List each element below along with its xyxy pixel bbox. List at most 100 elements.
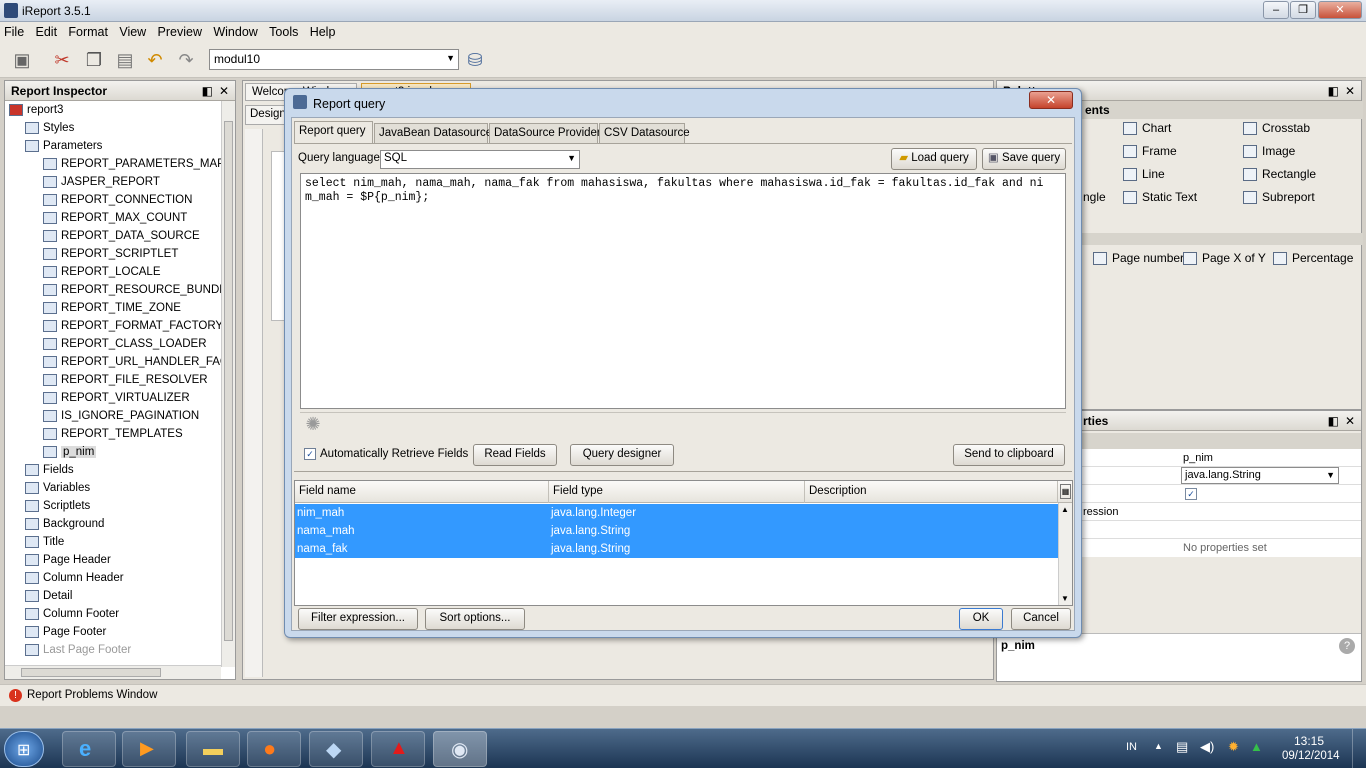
property-class-select[interactable]: java.lang.String ▼ bbox=[1181, 467, 1339, 484]
report-problems-window[interactable]: Report Problems Window bbox=[27, 689, 157, 701]
taskbar-firefox[interactable]: ● bbox=[247, 731, 301, 767]
table-row[interactable]: nim_mah java.lang.Integer bbox=[295, 504, 1058, 522]
palette-rectangle-partial[interactable]: ngle bbox=[1083, 190, 1106, 204]
close-panel-icon[interactable]: ✕ bbox=[219, 84, 229, 98]
palette-image[interactable]: Image bbox=[1243, 144, 1295, 159]
save-query-button[interactable]: ▣ Save query bbox=[982, 148, 1066, 170]
taskbar-internet-explorer[interactable]: e bbox=[62, 731, 116, 767]
col-description[interactable]: Description bbox=[805, 481, 1058, 503]
tree-hscroll-thumb[interactable] bbox=[21, 668, 161, 677]
minimize-button[interactable]: – bbox=[1263, 1, 1289, 19]
tray-upload-icon[interactable]: ▲ bbox=[1250, 739, 1263, 754]
col-field-name[interactable]: Field name bbox=[295, 481, 549, 503]
send-to-clipboard-button[interactable]: Send to clipboard bbox=[953, 444, 1065, 466]
pin-icon[interactable]: ◧ bbox=[1328, 414, 1339, 428]
taskbar-media-player[interactable]: ▶ bbox=[122, 731, 176, 767]
tree-parameter-item[interactable]: REPORT_RESOURCE_BUNDLE bbox=[43, 281, 221, 299]
tree-parameter-item[interactable]: REPORT_LOCALE bbox=[43, 263, 161, 281]
cut-icon[interactable]: ✂ bbox=[50, 48, 74, 72]
palette-page-number[interactable]: Page number bbox=[1093, 251, 1184, 266]
tree-parameter-item[interactable]: REPORT_FILE_RESOLVER bbox=[43, 371, 208, 389]
load-query-button[interactable]: ▰ Load query bbox=[891, 148, 977, 170]
tree-parameter-item[interactable]: JASPER_REPORT bbox=[43, 173, 160, 191]
tree-section-item[interactable]: Last Page Footer bbox=[25, 641, 131, 659]
dialog-close-button[interactable]: ✕ bbox=[1029, 91, 1073, 109]
show-hidden-icons-icon[interactable]: ▲ bbox=[1154, 741, 1163, 751]
tree-styles[interactable]: Styles bbox=[25, 119, 74, 137]
menu-preview[interactable]: Preview bbox=[154, 22, 206, 39]
clock-date[interactable]: 09/12/2014 bbox=[1282, 750, 1340, 762]
tree-parameter-item[interactable]: REPORT_TEMPLATES bbox=[43, 425, 183, 443]
tree-section-item[interactable]: Fields bbox=[25, 461, 74, 479]
property-checkbox[interactable]: ✓ bbox=[1185, 488, 1197, 500]
tree-parameter-item[interactable]: REPORT_FORMAT_FACTORY bbox=[43, 317, 221, 335]
cancel-button[interactable]: Cancel bbox=[1011, 608, 1071, 630]
tree-section-item[interactable]: Title bbox=[25, 533, 64, 551]
query-language-select[interactable]: SQL ▼ bbox=[380, 150, 580, 169]
query-editor[interactable]: select nim_mah, nama_mah, nama_fak from … bbox=[300, 173, 1066, 409]
tree-parameter-item[interactable]: REPORT_SCRIPTLET bbox=[43, 245, 178, 263]
scroll-down-icon[interactable]: ▼ bbox=[1061, 594, 1069, 603]
tree-section-item[interactable]: Scriptlets bbox=[25, 497, 90, 515]
palette-percentage[interactable]: Percentage bbox=[1273, 251, 1353, 266]
filter-expression-button[interactable]: Filter expression... bbox=[298, 608, 418, 630]
palette-subreport[interactable]: Subreport bbox=[1243, 190, 1315, 205]
start-button[interactable]: ⊞ bbox=[4, 731, 44, 767]
col-field-type[interactable]: Field type bbox=[549, 481, 805, 503]
palette-crosstab[interactable]: Crosstab bbox=[1243, 121, 1310, 136]
tree-section-item[interactable]: Column Footer bbox=[25, 605, 119, 623]
maximize-button[interactable]: ❐ bbox=[1290, 1, 1316, 19]
copy-icon[interactable]: ❐ bbox=[82, 48, 106, 72]
pin-icon[interactable]: ◧ bbox=[202, 84, 213, 98]
menu-window[interactable]: Window bbox=[209, 22, 261, 39]
table-row[interactable]: nama_fak java.lang.String bbox=[295, 540, 1058, 558]
taskbar-ireport[interactable]: ◉ bbox=[433, 731, 487, 767]
tree-parameter-item[interactable]: REPORT_URL_HANDLER_FACTO bbox=[43, 353, 221, 371]
redo-icon[interactable]: ↷ bbox=[174, 48, 198, 72]
tab-datasource-provider[interactable]: DataSource Provider bbox=[489, 123, 601, 143]
pin-icon[interactable]: ◧ bbox=[1328, 84, 1339, 98]
taskbar-acrobat[interactable]: ▲ bbox=[371, 731, 425, 767]
connection-select[interactable]: modul10 ▼ bbox=[209, 49, 459, 70]
tree-section-item[interactable]: Detail bbox=[25, 587, 72, 605]
tree-parameters[interactable]: Parameters bbox=[25, 137, 102, 155]
tree-vscrollbar[interactable] bbox=[221, 101, 235, 667]
menu-view[interactable]: View bbox=[115, 22, 150, 39]
close-panel-icon[interactable]: ✕ bbox=[1345, 84, 1355, 98]
fields-vscrollbar[interactable]: ▲ ▼ bbox=[1058, 503, 1072, 605]
property-name-value[interactable]: p_nim bbox=[1183, 452, 1213, 464]
tab-javabean-datasource[interactable]: JavaBean Datasource bbox=[374, 123, 492, 143]
tab-report-query[interactable]: Report query bbox=[294, 121, 373, 143]
table-row[interactable]: nama_mah java.lang.String bbox=[295, 522, 1058, 540]
menu-help[interactable]: Help bbox=[306, 22, 340, 39]
tree-hscrollbar[interactable] bbox=[5, 665, 221, 679]
language-indicator[interactable]: IN bbox=[1126, 741, 1137, 753]
tree-parameter-item[interactable]: REPORT_MAX_COUNT bbox=[43, 209, 187, 227]
tree-parameter-item[interactable]: REPORT_PARAMETERS_MAP bbox=[43, 155, 221, 173]
tree-parameter-item[interactable]: REPORT_VIRTUALIZER bbox=[43, 389, 190, 407]
close-panel-icon[interactable]: ✕ bbox=[1345, 414, 1355, 428]
menu-edit[interactable]: Edit bbox=[32, 22, 62, 39]
volume-icon[interactable]: ◀) bbox=[1200, 739, 1214, 755]
sort-options-button[interactable]: Sort options... bbox=[425, 608, 525, 630]
tree-parameter-item[interactable]: REPORT_CLASS_LOADER bbox=[43, 335, 207, 353]
scroll-up-icon[interactable]: ▲ bbox=[1061, 505, 1069, 514]
ok-button[interactable]: OK bbox=[959, 608, 1003, 630]
tree-parameter-item[interactable]: IS_IGNORE_PAGINATION bbox=[43, 407, 199, 425]
taskbar-file-explorer[interactable]: ▬ bbox=[186, 731, 240, 767]
tree-section-item[interactable]: Column Header bbox=[25, 569, 124, 587]
datasource-icon[interactable]: ⛁ bbox=[463, 48, 487, 72]
tree-vscroll-thumb[interactable] bbox=[224, 121, 233, 641]
auto-retrieve-checkbox[interactable]: ✓ bbox=[304, 448, 316, 460]
clock-time[interactable]: 13:15 bbox=[1294, 734, 1324, 748]
tree-parameter-item[interactable]: p_nim bbox=[43, 443, 97, 461]
close-button[interactable]: ✕ bbox=[1318, 1, 1362, 19]
tree-parameter-item[interactable]: REPORT_DATA_SOURCE bbox=[43, 227, 200, 245]
menu-file[interactable]: File bbox=[0, 22, 28, 39]
show-desktop-button[interactable] bbox=[1352, 729, 1366, 768]
save-all-icon[interactable]: ▣ bbox=[10, 48, 34, 72]
help-icon[interactable]: ? bbox=[1339, 638, 1355, 654]
palette-rectangle[interactable]: Rectangle bbox=[1243, 167, 1316, 182]
palette-line[interactable]: Line bbox=[1123, 167, 1165, 182]
menu-tools[interactable]: Tools bbox=[265, 22, 302, 39]
